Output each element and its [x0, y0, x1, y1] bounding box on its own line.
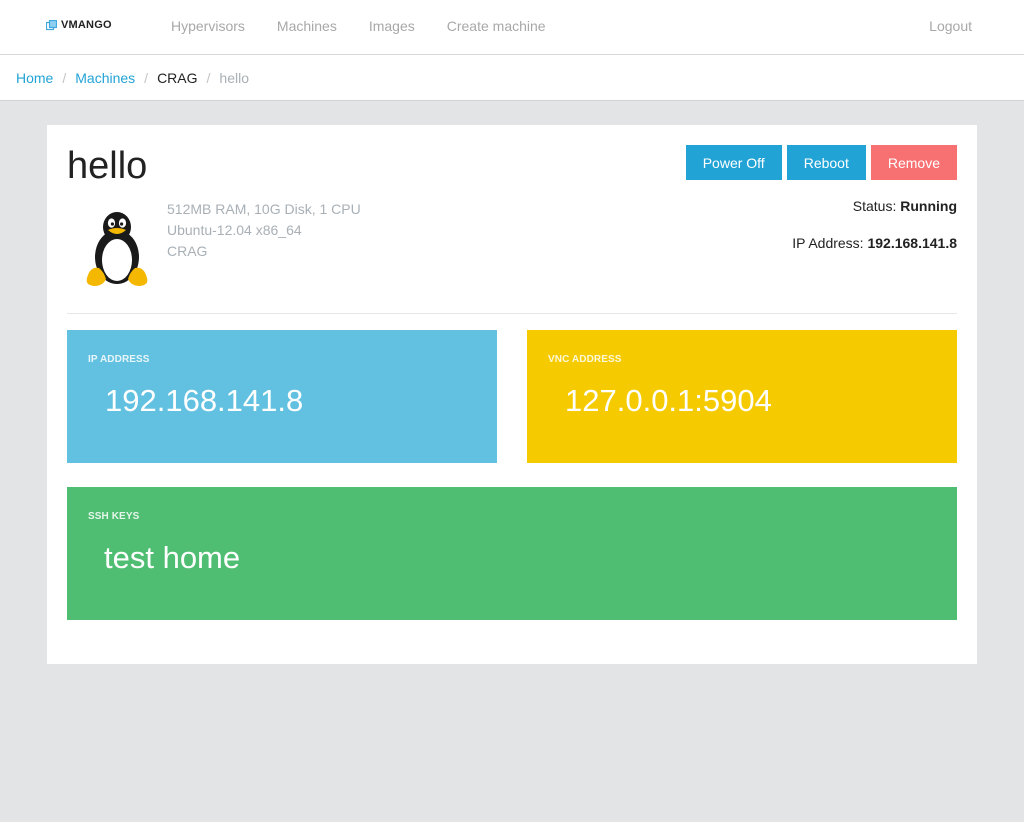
nav-hypervisors[interactable]: Hypervisors [171, 18, 245, 34]
logout-link[interactable]: Logout [929, 18, 972, 34]
ssh-keys-tile: SSH KEYS test home [67, 487, 957, 620]
divider [67, 313, 957, 314]
ssh-keys-tile-value: test home [104, 540, 241, 575]
power-off-button[interactable]: Power Off [685, 145, 782, 180]
action-buttons: Power Off Reboot Remove [681, 145, 957, 180]
ip-address-value: 192.168.141.8 [867, 235, 957, 251]
breadcrumb-current: hello [219, 69, 249, 86]
vnc-address-tile: VNC ADDRESS 127.0.0.1:5904 [527, 330, 957, 463]
breadcrumb-hypervisor: CRAG [157, 69, 198, 86]
ssh-keys-tile-label: SSH KEYS [88, 511, 140, 522]
ip-address-label: IP Address: [792, 235, 864, 251]
breadcrumb-separator: / [62, 69, 67, 86]
reboot-button[interactable]: Reboot [786, 145, 866, 180]
vmango-logo-icon [46, 19, 57, 30]
ip-address-tile-value: 192.168.141.8 [105, 383, 304, 418]
nav-images[interactable]: Images [369, 18, 415, 34]
main-nav: Hypervisors Machines Images Create machi… [171, 18, 578, 34]
brand-name: VMANGO [61, 19, 112, 31]
brand-logo[interactable]: VMANGO [46, 19, 112, 31]
ip-address-line: IP Address: 192.168.141.8 [792, 235, 957, 251]
breadcrumb-home[interactable]: Home [16, 70, 53, 86]
machine-detail-card: hello 512MB RAM, 10G Disk, 1 CPU Ubuntu-… [47, 125, 977, 664]
breadcrumb-separator: / [144, 69, 149, 86]
ip-address-tile-label: IP ADDRESS [88, 354, 150, 365]
vnc-address-tile-label: VNC ADDRESS [548, 354, 622, 365]
machine-resources: 512MB RAM, 10G Disk, 1 CPU [167, 201, 361, 217]
machine-name: hello [67, 145, 148, 187]
linux-tux-icon [86, 212, 148, 286]
machine-os: Ubuntu-12.04 x86_64 [167, 222, 302, 238]
breadcrumb-machines[interactable]: Machines [75, 70, 135, 86]
breadcrumb-separator: / [206, 69, 211, 86]
vnc-address-tile-value: 127.0.0.1:5904 [565, 383, 772, 418]
ip-address-tile: IP ADDRESS 192.168.141.8 [67, 330, 497, 463]
remove-button[interactable]: Remove [870, 145, 957, 180]
breadcrumb: Home / Machines / CRAG / hello [0, 55, 1024, 101]
nav-machines[interactable]: Machines [277, 18, 337, 34]
status-line: Status: Running [853, 198, 957, 214]
top-navbar: VMANGO Hypervisors Machines Images Creat… [0, 0, 1024, 55]
status-badge: Running [900, 198, 957, 214]
machine-hypervisor: CRAG [167, 243, 208, 259]
nav-create-machine[interactable]: Create machine [447, 18, 546, 34]
status-label: Status: [852, 198, 897, 214]
machine-specs: 512MB RAM, 10G Disk, 1 CPU Ubuntu-12.04 … [167, 199, 361, 262]
